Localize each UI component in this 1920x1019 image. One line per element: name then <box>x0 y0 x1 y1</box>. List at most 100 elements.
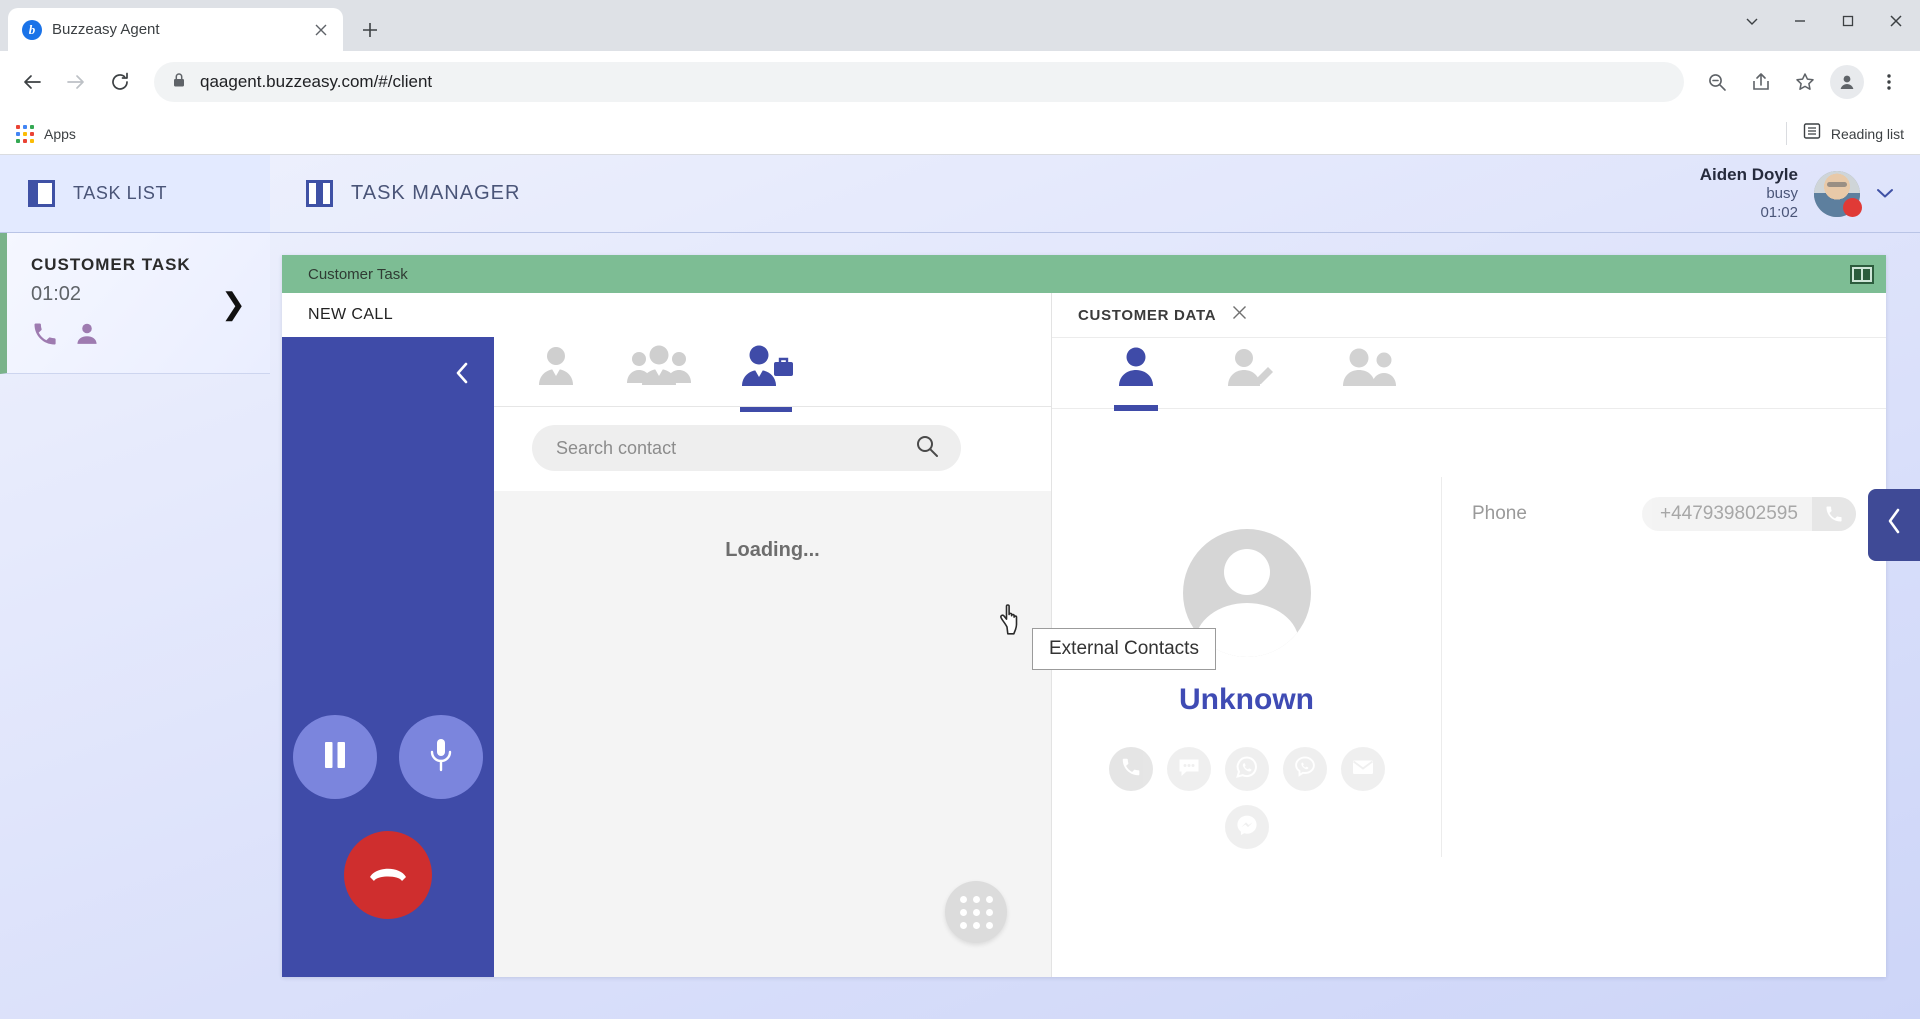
zoom-out-icon[interactable] <box>1698 63 1736 101</box>
user-menu[interactable]: Aiden Doyle busy 01:02 <box>1700 164 1920 223</box>
mute-button[interactable] <box>399 715 483 799</box>
collapse-right-panel-button[interactable] <box>1868 489 1920 561</box>
url-text: qaagent.buzzeasy.com/#/client <box>200 72 433 91</box>
close-window-button[interactable] <box>1872 0 1920 41</box>
task-workspace: Customer Task NEW CALL Search contact Lo… <box>282 255 1886 977</box>
envelope-icon <box>1351 755 1375 784</box>
channel-viber-button[interactable] <box>1282 747 1327 791</box>
user-info: Aiden Doyle busy 01:02 <box>1700 164 1798 223</box>
bookmark-star-icon[interactable] <box>1786 63 1824 101</box>
tab-groups[interactable] <box>626 345 692 398</box>
chevron-left-icon <box>1883 505 1905 545</box>
avatar[interactable] <box>1814 170 1862 217</box>
maximize-button[interactable] <box>1824 0 1872 41</box>
main-column: TASK MANAGER Aiden Doyle busy 01:02 Cust… <box>270 155 1920 1019</box>
task-list-title: TASK LIST <box>73 183 168 203</box>
task-item-expand-chevron-icon[interactable]: ❯ <box>221 287 252 322</box>
close-icon[interactable] <box>308 17 333 42</box>
business-person-icon <box>738 344 794 393</box>
collapse-call-panel-icon[interactable] <box>452 359 472 391</box>
kebab-menu-icon[interactable] <box>1870 63 1908 101</box>
chevron-down-icon[interactable] <box>1876 184 1894 204</box>
field-phone: Phone +447939802595 <box>1442 497 1886 531</box>
buzzeasy-agent-app: TASK LIST CUSTOMER TASK 01:02 ❯ TASK MAN… <box>0 155 1920 1019</box>
phone-icon <box>31 320 59 353</box>
customer-data-title: CUSTOMER DATA <box>1078 306 1217 324</box>
status-badge <box>1843 197 1862 217</box>
tab-strip: b Buzzeasy Agent <box>0 0 1920 51</box>
bookmarks-bar: Apps Reading list <box>0 113 1920 155</box>
dialpad-button[interactable] <box>945 881 1007 943</box>
new-call-label: NEW CALL <box>308 306 393 323</box>
window-controls <box>1728 0 1920 51</box>
search-contact-box[interactable] <box>532 425 961 471</box>
task-item-icons <box>31 320 221 353</box>
tab-agents[interactable] <box>532 345 580 398</box>
search-area <box>494 407 1051 491</box>
call-column: NEW CALL Search contact Loading... <box>282 293 1052 977</box>
panel-layout-icon <box>28 180 55 207</box>
user-status: busy <box>1766 185 1798 203</box>
panel-layout-icon <box>306 180 333 207</box>
person-icon <box>532 345 580 392</box>
customer-data-body: Unknown Phone +447939802595 <box>1052 409 1886 977</box>
whatsapp-icon <box>1235 755 1259 784</box>
back-button[interactable] <box>12 62 52 102</box>
tab-edit-profile[interactable] <box>1224 346 1276 401</box>
tab-search-chevron-icon[interactable] <box>1728 0 1776 41</box>
forward-button[interactable] <box>56 62 96 102</box>
address-bar[interactable]: qaagent.buzzeasy.com/#/client <box>154 62 1684 102</box>
pause-button[interactable] <box>293 715 377 799</box>
hangup-button[interactable] <box>344 831 432 919</box>
channel-email-button[interactable] <box>1340 747 1385 791</box>
channel-whatsapp-button[interactable] <box>1224 747 1269 791</box>
search-input[interactable] <box>556 437 915 459</box>
channel-phone-button[interactable] <box>1108 747 1153 791</box>
browser-toolbar: qaagent.buzzeasy.com/#/client <box>0 51 1920 113</box>
field-value-group[interactable]: +447939802595 <box>1642 497 1856 531</box>
task-list-item[interactable]: CUSTOMER TASK 01:02 ❯ <box>0 233 270 374</box>
tab-related-contacts[interactable] <box>1340 346 1398 401</box>
toolbar-actions <box>1698 63 1908 101</box>
minimize-button[interactable] <box>1776 0 1824 41</box>
apps-label[interactable]: Apps <box>44 126 76 142</box>
new-tab-button[interactable] <box>353 13 387 47</box>
customer-fields: Phone +447939802595 <box>1442 409 1886 977</box>
contacts-panel: Loading... <box>494 337 1051 977</box>
split-view-icon[interactable] <box>1850 264 1874 284</box>
search-icon[interactable] <box>915 434 939 463</box>
tab-external-contacts[interactable] <box>738 344 794 412</box>
browser-tab[interactable]: b Buzzeasy Agent <box>8 8 343 51</box>
tab-underline <box>1114 404 1158 411</box>
customer-data-header: CUSTOMER DATA <box>1052 293 1886 337</box>
user-name: Aiden Doyle <box>1699 165 1798 185</box>
workspace-title: Customer Task <box>308 265 408 283</box>
share-icon[interactable] <box>1742 63 1780 101</box>
pause-icon <box>320 738 350 777</box>
task-list-panel: TASK LIST CUSTOMER TASK 01:02 ❯ <box>0 155 270 1019</box>
phone-icon <box>1120 756 1142 783</box>
reading-list-icon <box>1803 122 1821 145</box>
contact-tabs <box>494 337 1051 412</box>
call-control-panel <box>282 337 494 977</box>
call-icon[interactable] <box>1811 497 1856 531</box>
reading-list-button[interactable]: Reading list <box>1785 122 1904 145</box>
channel-messenger-button[interactable] <box>1224 805 1269 849</box>
tab-title: Buzzeasy Agent <box>52 21 160 38</box>
reload-button[interactable] <box>100 62 140 102</box>
lock-icon <box>172 72 186 93</box>
call-column-body: Loading... <box>282 337 1051 977</box>
tab-profile[interactable] <box>1112 346 1160 411</box>
close-icon[interactable] <box>1232 304 1247 326</box>
group-icon <box>1340 348 1398 392</box>
content-area: Customer Task NEW CALL Search contact Lo… <box>270 233 1920 1019</box>
call-controls-row <box>293 715 483 799</box>
viber-icon <box>1293 755 1317 784</box>
person-edit-icon <box>1224 348 1276 392</box>
apps-grid-icon[interactable] <box>16 124 34 143</box>
group-icon <box>626 345 692 392</box>
favicon: b <box>22 19 42 40</box>
profile-icon[interactable] <box>1830 65 1864 99</box>
microphone-icon <box>427 736 455 779</box>
channel-chat-button[interactable] <box>1166 747 1211 791</box>
